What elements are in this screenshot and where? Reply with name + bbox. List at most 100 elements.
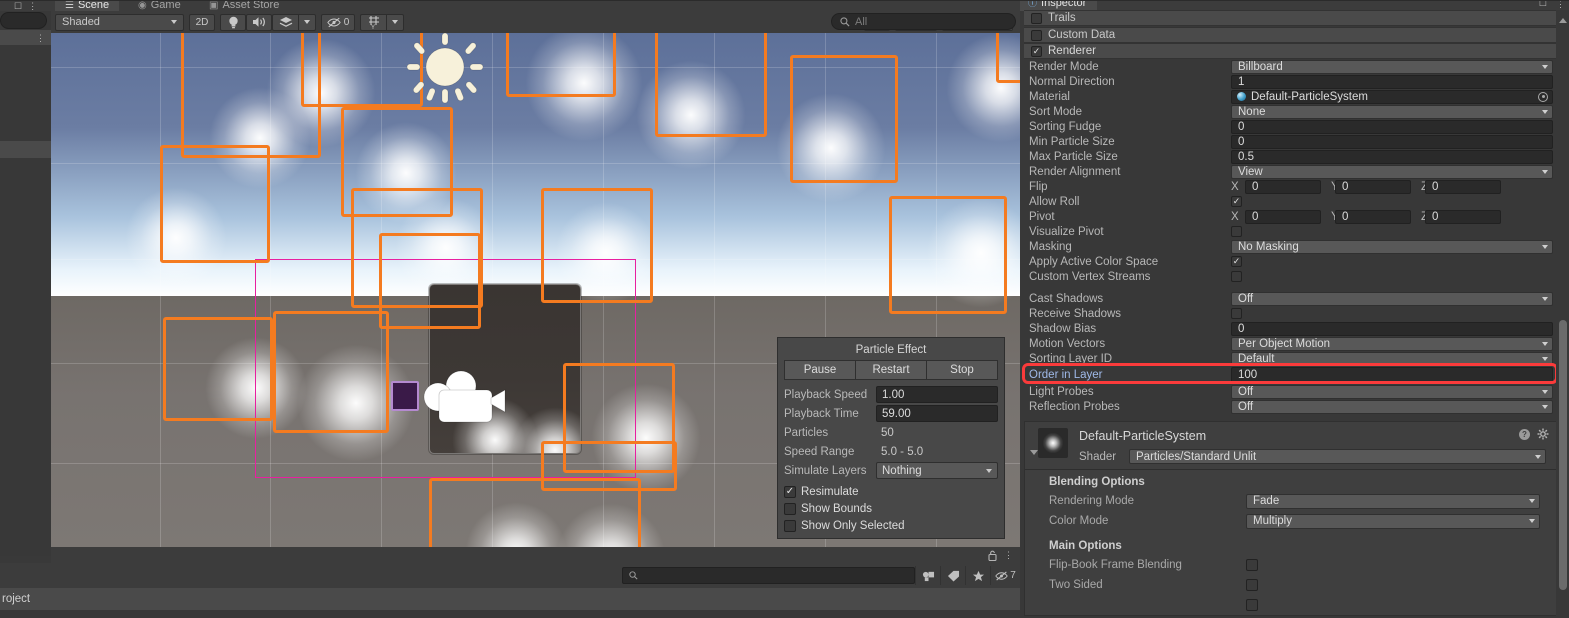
show-only-selected-row[interactable]: Show Only Selected	[784, 517, 998, 534]
stop-button[interactable]: Stop	[926, 360, 998, 380]
material-foldout-icon[interactable]	[1030, 450, 1038, 455]
render-mode-dropdown[interactable]: Billboard	[1231, 59, 1553, 74]
hierarchy-search-input[interactable]	[0, 12, 47, 29]
inspector-panel[interactable]: ⓘ Inspector ☐ ⋮ Trails Custom Data Rende…	[1020, 0, 1569, 618]
visualize-pivot-checkbox[interactable]	[1231, 226, 1242, 237]
flipbook-frame-blending-checkbox[interactable]	[1246, 559, 1258, 571]
sort-mode-dropdown[interactable]: None	[1231, 104, 1553, 119]
playback-time-input[interactable]: 59.00	[876, 405, 998, 422]
material-header-icons[interactable]: ?	[1519, 428, 1549, 440]
row-cast-shadows[interactable]: Cast Shadows Off	[1020, 291, 1561, 306]
scroll-up-arrow-icon[interactable]	[1559, 18, 1567, 23]
masking-dropdown[interactable]: No Masking	[1231, 239, 1553, 254]
restart-button[interactable]: Restart	[855, 360, 926, 380]
module-header-custom-data[interactable]: Custom Data	[1024, 27, 1557, 43]
particle-effect-buttons[interactable]: Pause Restart Stop	[784, 360, 998, 380]
pause-button[interactable]: Pause	[784, 360, 855, 380]
row-reflection-probes[interactable]: Reflection Probes Off	[1020, 399, 1561, 414]
object-picker-icon[interactable]	[1538, 91, 1548, 102]
label-tag-icon[interactable]	[940, 566, 965, 585]
order-in-layer-input[interactable]: 100	[1231, 367, 1553, 383]
custom-vertex-streams-checkbox[interactable]	[1231, 271, 1242, 282]
soft-particles-checkbox[interactable]	[1246, 599, 1258, 611]
motion-vectors-dropdown[interactable]: Per Object Motion	[1231, 336, 1553, 351]
scene-tab-bar[interactable]: ☰ Scene ◉ Game ▣ Asset Store	[51, 0, 1020, 11]
renderer-properties[interactable]: Render Mode Billboard Normal Direction 1…	[1020, 59, 1561, 414]
grid-visibility-toggle[interactable]: Y	[360, 13, 386, 31]
material-shader-row[interactable]: Shader Particles/Standard Unlit	[1079, 449, 1556, 464]
row-apply-active-color-space[interactable]: Apply Active Color Space	[1020, 254, 1561, 269]
light-probes-dropdown[interactable]: Off	[1231, 384, 1553, 399]
toggle-2d-button[interactable]: 2D	[189, 13, 215, 31]
material-object-field[interactable]: Default-ParticleSystem	[1231, 89, 1553, 104]
row-max-particle-size[interactable]: Max Particle Size 0.5	[1020, 149, 1561, 164]
receive-shadows-checkbox[interactable]	[1231, 308, 1242, 319]
favorite-star-icon[interactable]	[965, 566, 990, 585]
row-min-particle-size[interactable]: Min Particle Size 0	[1020, 134, 1561, 149]
inspector-tab-bar[interactable]: ⓘ Inspector ☐ ⋮	[1020, 0, 1569, 11]
render-alignment-dropdown[interactable]: View	[1231, 164, 1553, 179]
project-panel-toolbar[interactable]: 7	[0, 563, 1020, 588]
object-filter-icon[interactable]	[915, 566, 940, 585]
hidden-objects-toggle[interactable]: 0	[321, 13, 355, 31]
row-light-probes[interactable]: Light Probes Off	[1020, 384, 1561, 399]
kebab-menu-icon[interactable]: ⋮	[1004, 551, 1013, 560]
camera-gizmo[interactable]	[421, 368, 521, 430]
scene-fx-toggle[interactable]	[272, 13, 298, 31]
simulate-layers-dropdown[interactable]: Nothing	[876, 462, 998, 479]
flip-x-input[interactable]: 0	[1245, 179, 1321, 194]
inspector-scrollbar[interactable]	[1556, 10, 1569, 618]
material-header[interactable]: Default-ParticleSystem Shader Particles/…	[1025, 422, 1556, 469]
sorting-fudge-input[interactable]: 0	[1231, 119, 1553, 134]
scene-search-input[interactable]: All	[831, 13, 1016, 30]
rendering-mode-dropdown[interactable]: Fade	[1246, 493, 1540, 509]
scene-view-footer[interactable]: ⋮	[51, 547, 1020, 563]
tab-asset-store[interactable]: ▣ Asset Store	[199, 0, 289, 11]
kebab-menu-icon[interactable]: ⋮	[1556, 0, 1565, 8]
pivot-z-input[interactable]: 0	[1425, 209, 1501, 224]
scene-audio-toggle[interactable]	[246, 13, 272, 31]
row-flip[interactable]: Flip X 0 Y 0 Z 0	[1020, 179, 1561, 194]
trails-checkbox[interactable]	[1031, 12, 1042, 24]
project-breadcrumb[interactable]: roject	[0, 588, 1020, 610]
particle-system-gizmo[interactable]	[391, 381, 419, 411]
reflection-probes-dropdown[interactable]: Off	[1231, 399, 1553, 414]
sorting-layer-id-dropdown[interactable]: Default	[1231, 351, 1553, 366]
row-render-mode[interactable]: Render Mode Billboard	[1020, 59, 1561, 74]
two-sided-checkbox[interactable]	[1246, 579, 1258, 591]
project-search-input[interactable]	[622, 567, 915, 584]
allow-roll-checkbox[interactable]	[1231, 196, 1242, 207]
grid-dropdown[interactable]	[386, 13, 404, 31]
row-visualize-pivot[interactable]: Visualize Pivot	[1020, 224, 1561, 239]
scene-fx-dropdown[interactable]	[298, 13, 316, 31]
show-bounds-row[interactable]: Show Bounds	[784, 500, 998, 517]
row-sorting-layer-id[interactable]: Sorting Layer ID Default	[1020, 351, 1561, 366]
row-motion-vectors[interactable]: Motion Vectors Per Object Motion	[1020, 336, 1561, 351]
draw-mode-dropdown[interactable]: Shaded	[55, 13, 184, 31]
row-color-mode[interactable]: Color Mode Multiply	[1025, 511, 1556, 531]
row-receive-shadows[interactable]: Receive Shadows	[1020, 306, 1561, 321]
show-only-selected-checkbox[interactable]	[784, 519, 796, 532]
help-icon[interactable]: ?	[1519, 428, 1530, 440]
row-flipbook-frame-blending[interactable]: Flip-Book Frame Blending	[1025, 555, 1556, 575]
custom-data-checkbox[interactable]	[1031, 29, 1042, 41]
project-hidden-objects[interactable]: 7	[990, 566, 1020, 585]
row-masking[interactable]: Masking No Masking	[1020, 239, 1561, 254]
maximize-icon[interactable]: ☐	[1539, 0, 1547, 9]
row-two-sided[interactable]: Two Sided	[1025, 575, 1556, 595]
window-controls[interactable]: ☐ ⋮	[14, 0, 51, 12]
particle-effect-panel[interactable]: Particle Effect Pause Restart Stop Playb…	[777, 337, 1005, 539]
pivot-x-input[interactable]: 0	[1245, 209, 1321, 224]
row-normal-direction[interactable]: Normal Direction 1	[1020, 74, 1561, 89]
row-material[interactable]: Material Default-ParticleSystem	[1020, 89, 1561, 104]
resimulate-checkbox[interactable]	[784, 485, 796, 498]
cast-shadows-dropdown[interactable]: Off	[1231, 291, 1553, 306]
module-header-trails[interactable]: Trails	[1024, 10, 1557, 26]
inspector-window-controls[interactable]: ☐ ⋮	[1539, 0, 1565, 9]
resimulate-row[interactable]: Resimulate	[784, 483, 998, 500]
kebab-menu-icon[interactable]: ⋮	[28, 2, 37, 11]
shadow-bias-input[interactable]: 0	[1231, 321, 1553, 336]
row-order-in-layer[interactable]: Order in Layer 100	[1020, 366, 1561, 384]
inspector-scrollbar-thumb[interactable]	[1559, 320, 1567, 590]
color-mode-dropdown[interactable]: Multiply	[1246, 513, 1540, 529]
